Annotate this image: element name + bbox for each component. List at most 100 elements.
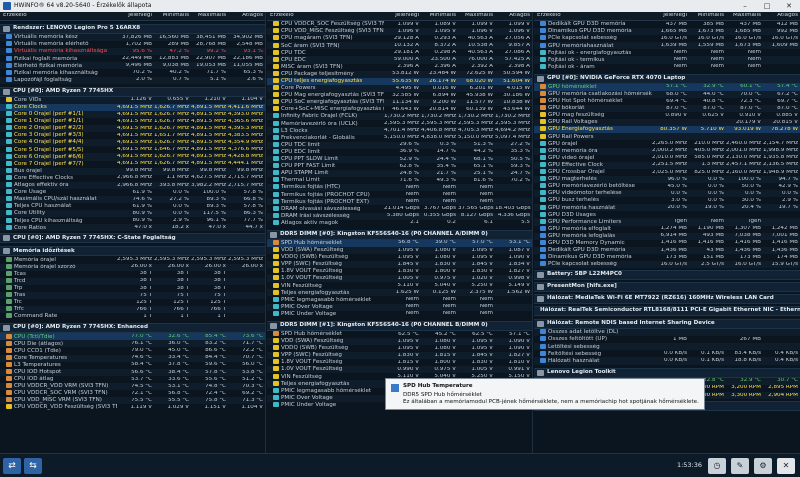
sensor-row-dram-irasi-savszelesseg[interactable]: DRAM írási sávszélesség 5.380 Gbps 0.355 G… xyxy=(267,212,532,220)
header-avg[interactable]: Átlagos xyxy=(495,13,532,19)
sensor-row-halozati-hasznalat[interactable]: Hálózati használat 0.0 KB/s 0.1 KB/s 18.8 K… xyxy=(534,357,800,365)
header-max[interactable]: Maximális xyxy=(458,13,495,19)
sensor-row-core-0-orajel-perf-1-1[interactable]: Core 0 Órajel (perf #1/1) 4,691.5 MHz 1,62… xyxy=(0,110,265,118)
section-header[interactable]: PresentMon [hlfs.exe] xyxy=(534,282,800,293)
sensor-row-1-8v-vout-feszultseg[interactable]: 1.8V VOUT Feszültség 1.815 V 1.800 V 1.830 … xyxy=(267,359,532,366)
header-min[interactable]: Minimális xyxy=(421,13,458,19)
sensor-row-vpp-swc-feszultseg[interactable]: VPP (SWC) Feszültség 1.830 V 1.815 V 1.845 … xyxy=(267,352,532,360)
report-icon[interactable]: ✎ xyxy=(731,457,749,474)
sensor-row-cpu-die-atlagos[interactable]: CPU Die (átlagos) 76.1 °C 36.0 °C 83.2 °C 71… xyxy=(0,340,265,348)
nav-left-button[interactable]: ⇄ xyxy=(3,457,21,474)
sensor-row-memoria-orajel[interactable]: Memória órajel 2,595.3 MHz 2,595.3 MHz 2,59… xyxy=(0,256,265,263)
sensor-row-thermal-limit[interactable]: Thermal Limit 71.6 % 49.3 % 81.6 % 70.2 % xyxy=(267,177,532,184)
sensor-row-cpu-iod-hotspot[interactable]: CPU IOD Hotspot 56.6 °C 38.4 °C 57.8 °C 53.8… xyxy=(0,368,265,376)
sensor-row-termikus-fojtas-prochot-cpu[interactable]: Termikus fojtás (PROCHOT CPU) Nem Nem Nem xyxy=(267,191,532,198)
settings-icon[interactable]: ⚙ xyxy=(754,457,772,474)
sensor-row-vin-feszultseg[interactable]: VIN Feszültség 5.110 V 5.040 V 5.250 V 5.149… xyxy=(267,282,532,289)
sensor-row-frekvenciakorlat-globalis[interactable]: Frekvenciakorlát - Globális 5,150.0 MHz 4,… xyxy=(267,134,532,142)
sensor-row-dedikalt-gpu-d3d-memoria[interactable]: Dedikált GPU D3D memória 437 MB 385 MB 437 … xyxy=(534,21,800,28)
close-icon[interactable]: ✕ xyxy=(777,457,795,474)
section-header[interactable]: Hálózat: MediaTek Wi-Fi 6E MT7922 (RZ616… xyxy=(534,294,800,305)
sensor-row-gpu-mag-feszultseg[interactable]: GPU mag feszültség 0.890 V 0.625 V 0.910 V 0… xyxy=(534,112,800,119)
section-header[interactable]: CPU [#0]: AMD Ryzen 7 7745HX: C-State Fo… xyxy=(0,233,265,244)
sensor-row-termikus-fojtas-htc[interactable]: Termikus fojtás (HTC) Nem Nem Nem xyxy=(267,184,532,192)
sensor-row-gpu-energiafogyasztas[interactable]: GPU Energiafogyasztás 80.357 W 5.710 W 93.0… xyxy=(534,126,800,134)
expand-collapse-icon[interactable] xyxy=(537,369,544,376)
sensor-pane-1[interactable]: Érzékelő Jelenlegi Minimális Maximális Á… xyxy=(0,12,266,453)
sensor-row-cpu-teljes-energiafogyasztas[interactable]: CPU teljes energiafogyasztás 55.635 W 26.1… xyxy=(267,77,532,85)
sensor-row-lapozofajl-foglaltsag[interactable]: Lapozófájl foglaltság 2.0 % 0.7 % 5.1 % 2.6 … xyxy=(0,76,265,84)
close-button[interactable]: ✕ xyxy=(778,0,800,12)
sensor-row-apu-stapm-limit[interactable]: APU STAPM Limit 24.8 % 21.7 % 25.1 % 24.7 % xyxy=(267,169,532,178)
maximize-button[interactable]: □ xyxy=(756,0,778,12)
sensor-row-gpu-bokorlat[interactable]: GPU bőkorlát 87.0 °C 87.0 °C 87.0 °C 87.0 °C xyxy=(534,104,800,113)
sensor-row-core-1-orajel-perf-1-1[interactable]: Core 1 Órajel (perf #1/1) 4,691.5 MHz 1,62… xyxy=(0,118,265,125)
sensor-row-fizikai-memoria-kihasznaltsag[interactable]: Fizikai memória kihasználtság 70.2 % 40.2 … xyxy=(0,69,265,76)
section-header[interactable]: GPU [#0]: NVIDIA GeForce RTX 4070 Laptop xyxy=(534,73,800,84)
sensor-row-cpu-ccd1-tdie[interactable]: CPU CCD1 (Tdie) 79.0 °C 45.0 °C 86.6 °C 72.2… xyxy=(0,347,265,354)
expand-collapse-icon[interactable] xyxy=(3,88,10,95)
collapsed-section-icon[interactable] xyxy=(537,296,544,303)
sensor-row-termikus-fojtas-prochot-ext[interactable]: Termikus fojtás (PROCHOT EXT) Nem Nem Nem xyxy=(267,198,532,206)
header-sensor[interactable]: Érzékelő xyxy=(0,13,117,19)
sensor-row-spd-hub-homerseklet[interactable]: SPD Hub hőmérséklet 62.5 °C 45.2 °C 62.5 °C… xyxy=(267,331,532,338)
sensor-row-cpu-vddcr-vdd-vrm-svi3-tfn[interactable]: CPU VDDCR_VDD VRM (SVI3 TFN) 74.5 °C 53.1 … xyxy=(0,382,265,391)
sensor-row-pmic-under-voltage[interactable]: PMIC Under Voltage Nem Nem Nem xyxy=(267,310,532,318)
sensor-row-core-vids[interactable]: Core VIDs 1.126 V 0.655 V 1.210 V 1.104 V xyxy=(0,96,265,104)
sensor-row-core-temperatures[interactable]: Core Temperatures 74.6 °C 33.4 °C 84.4 °C 70… xyxy=(0,354,265,362)
sensor-row-soc-aram-svi3-tfn[interactable]: SoC áram (SVI3 TFN) 10.132 A 8.372 A 10.538… xyxy=(267,42,532,50)
sensor-row-core-powers[interactable]: Core Powers 4.495 W 0.016 W 6.201 W 4.015 W xyxy=(267,84,532,92)
sensor-row-cpu-ppt-fast-limit[interactable]: CPU PPT FAST Limit 62.8 % 35.4 % 65.1 % 59.3… xyxy=(267,163,532,170)
sensor-row-dram-olvasasi-savszelesseg[interactable]: DRAM olvasási sávszélesség 21.014 Gbps 3.7… xyxy=(267,205,532,212)
sensor-row-virtualis-memoria-kihasznaltsaga[interactable]: Virtuális memória kihasználtsága 95.6 % 47… xyxy=(0,48,265,56)
collapsed-section-icon[interactable] xyxy=(3,235,10,242)
sensor-row-gpu-memoria-ora[interactable]: GPU memória óra 2,000.2 MHz 405.0 MHz 2,001… xyxy=(534,147,800,155)
sensor-row-core-5-orajel-perf-5-5[interactable]: Core 5 Órajel (perf #5/5) 4,691.5 MHz 1,64… xyxy=(0,146,265,153)
sensor-row-cpu-edc-limit[interactable]: CPU EDC limit 36.9 % 14.7 % 44.2 % 35.3 % xyxy=(267,148,532,156)
expand-collapse-icon[interactable] xyxy=(537,75,544,82)
sensor-row-cpu-edc[interactable]: CPU EDC 59.000 A 23.500 A 76.000 A 57.425 A xyxy=(267,56,532,64)
sensor-row-trcd[interactable]: Trcd 38 T 38 T 38 T xyxy=(0,277,265,285)
sensor-row-cpu-mag-energiafogyasztas-svi3-tfn[interactable]: CPU Mag energiafogyasztás (SVI3 TFN) 32.5… xyxy=(267,92,532,99)
sensor-row-gpu-d3d-usages[interactable]: GPU D3D Usages xyxy=(534,211,800,218)
sensor-row-teljes-cpu-kihasznaltsag[interactable]: Teljes CPU kihasználtság 80.9 % 2.9 % 96.1 … xyxy=(0,217,265,224)
sensor-row-gpu-rail-powers[interactable]: GPU Rail Powers xyxy=(534,133,800,141)
sensor-row-cpu-vddcr-soc-feszultseg-svi3-tfn[interactable]: CPU VDDCR_SOC Feszültség (SVI3 TFN) 1.099… xyxy=(267,21,532,28)
expand-collapse-icon[interactable] xyxy=(3,26,10,32)
sensor-row-gpu-busz-terheles[interactable]: GPU busz terhelés 3.0 % 0.0 % 30.0 % 2.9 % xyxy=(534,197,800,204)
sensor-row-trp[interactable]: Trp 38 T 38 T 38 T xyxy=(0,285,265,292)
sensor-row-pmic-over-voltage[interactable]: PMIC Over Voltage Nem Nem Nem xyxy=(267,303,532,311)
sensor-row-fojtasi-ok-termikus[interactable]: Fojtási ok - termikus Nem Nem Nem xyxy=(534,56,800,64)
sensor-row-core-2-orajel-perf-2-2[interactable]: Core 2 Órajel (perf #2/2) 4,691.5 MHz 1,62… xyxy=(0,125,265,133)
sensor-row-gpu-crossbar-orajel[interactable]: GPU Crossbar Órajel 2,025.0 MHz 825.0 MHz 2… xyxy=(534,169,800,176)
sensor-row-memoriavezerlo-ora-uclk[interactable]: Memóriavezérlő óra (UCLK) 2,595.3 MHz 2,59… xyxy=(267,120,532,127)
sensor-row-gpu-memoria-hasznalat[interactable]: GPU memória használat 20.0 % 19.0 % 20.4 % 1… xyxy=(534,204,800,212)
sensor-row-vdd-swa-feszultseg[interactable]: VDD (SWA) Feszültség 1.095 V 1.080 V 1.095 … xyxy=(267,246,532,254)
sensor-row-gpu-rail-voltages[interactable]: GPU Rail Voltages 20.179 V 20.815 V xyxy=(534,119,800,127)
section-header[interactable]: Rendszer: LENOVO Legion Pro 5 16ARX8 xyxy=(0,24,265,34)
header-current[interactable]: Jelenlegi xyxy=(384,13,421,19)
sensor-row-tras[interactable]: Tras 75 T 75 T 75 T xyxy=(0,291,265,299)
section-header[interactable]: Memória időzítések xyxy=(0,246,265,257)
sensor-row-fojtasi-ok-energiafogyasztas[interactable]: Fojtási ok - energiafogyasztás Nem Nem Nem xyxy=(534,49,800,56)
sensor-row-fojtasi-ok-aram[interactable]: Fojtási ok - áram Nem Nem Nem xyxy=(534,63,800,71)
section-header[interactable]: DDR5 DIMM [#0]: Kingston KF556S40-16 (P0… xyxy=(267,229,532,240)
sensor-row-trc[interactable]: Trc 125 T 125 T 125 T xyxy=(0,299,265,306)
sensor-row-core-4-orajel-perf-4-4[interactable]: Core 4 Órajel (perf #4/4) 4,691.5 MHz 1,62… xyxy=(0,139,265,147)
sensor-row-cpu-tctl-tdie[interactable]: CPU (Tctl/Tdie) 77.0 °C 32.6 °C 85.4 °C 73.6… xyxy=(0,333,265,341)
sensor-row-gpu-effective-clock[interactable]: GPU Effective Clock 2,251.5 MHz 1.3 MHz 2,4… xyxy=(534,161,800,169)
sensor-row-teljes-cpu-hasznalat[interactable]: Teljes CPU használat 61.9 % 0.0 % 89.3 % 57.… xyxy=(0,203,265,210)
sensor-row-elerheto-fizikai-memoria[interactable]: Elérhető fizikai memória 9,496 MB 9,038 MB… xyxy=(0,62,265,70)
sensor-row-gpu-memoriahasznalat[interactable]: GPU memóriahasználat 1,639 MB 1,559 MB 1,67… xyxy=(534,42,800,50)
sensor-row-tcas[interactable]: Tcas 38 T 38 T 38 T xyxy=(0,270,265,278)
sensor-row-letoltesi-sebesseg[interactable]: Letöltési sebesség xyxy=(534,343,800,351)
sensor-row-gpu-memoria-csatlakozasi-homerseklet[interactable]: GPU memória csatlakozási hőmérséklet 68.0… xyxy=(534,90,800,98)
collapsed-section-icon[interactable] xyxy=(537,272,544,279)
collapsed-section-icon[interactable] xyxy=(537,284,544,291)
sensor-row-gpu-magterheles[interactable]: GPU magterhelés 96.0 % 0.0 % 100.0 % 94.7 % xyxy=(534,175,800,183)
header-avg[interactable]: Átlagos xyxy=(228,13,265,19)
sensor-row-core-clocks[interactable]: Core Clocks 4,691.5 MHz 1,626.7 MHz 4,891.5… xyxy=(0,103,265,111)
section-header[interactable]: CPU [#0]: AMD Ryzen 7 7745HX xyxy=(0,86,265,97)
sensor-row-memoria-orajel-szorzo[interactable]: Memória órajel szorzó 26.00 x 26.00 x 26.00… xyxy=(0,263,265,271)
expand-collapse-icon[interactable] xyxy=(3,248,10,255)
